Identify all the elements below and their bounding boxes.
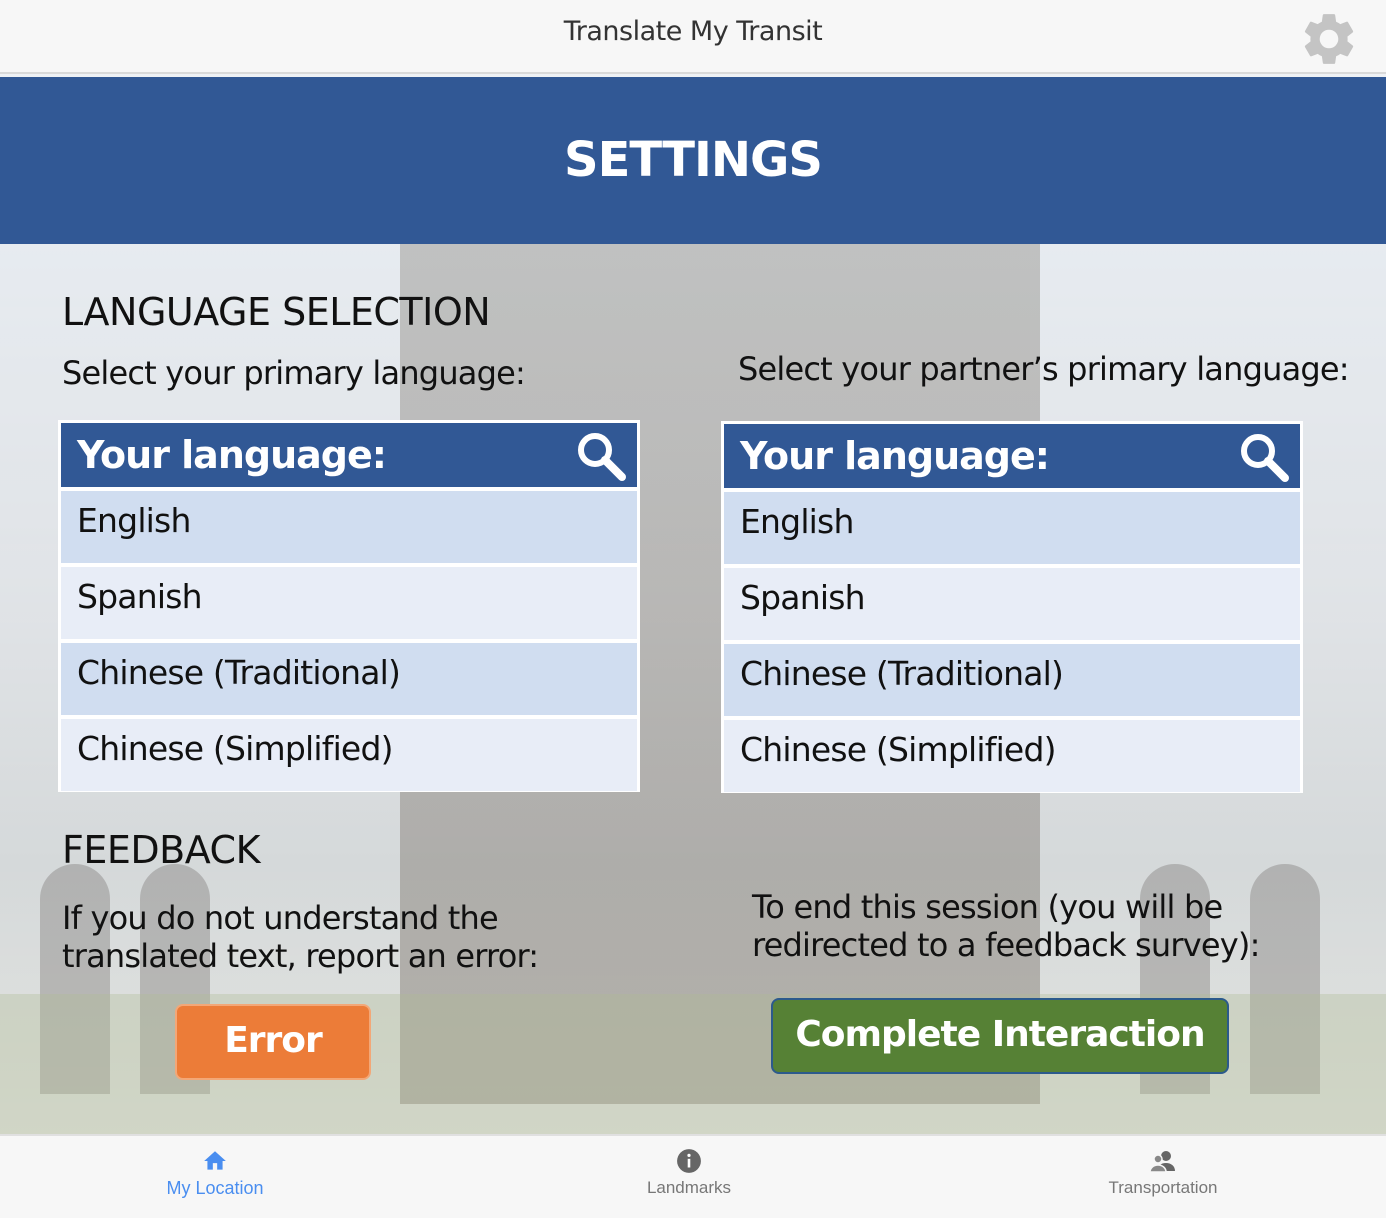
partner-language-search-bar[interactable]: Your language: (724, 424, 1300, 488)
language-option-chinese-simplified[interactable]: Chinese (Simplified) (724, 720, 1300, 792)
error-prompt: If you do not understand the translated … (62, 899, 539, 975)
tab-landmarks[interactable]: Landmarks (579, 1136, 799, 1218)
home-icon (204, 1151, 226, 1170)
complete-interaction-button[interactable]: Complete Interaction (771, 998, 1229, 1074)
primary-language-search-bar[interactable]: Your language: (61, 423, 637, 487)
tab-label: Transportation (1108, 1178, 1218, 1197)
app-title: Translate My Transit (563, 16, 823, 47)
gear-icon[interactable] (1298, 8, 1360, 70)
error-prompt-line: If you do not understand the (62, 899, 499, 937)
people-icon (1149, 1151, 1175, 1173)
search-icon[interactable] (1238, 431, 1290, 483)
language-option-spanish[interactable]: Spanish (61, 567, 637, 639)
language-option-chinese-simplified[interactable]: Chinese (Simplified) (61, 719, 637, 791)
language-option-chinese-traditional[interactable]: Chinese (Traditional) (724, 644, 1300, 716)
settings-header: SETTINGS (0, 77, 1386, 244)
info-icon (677, 1149, 701, 1173)
tab-label: My Location (166, 1178, 264, 1198)
tab-my-location[interactable]: My Location (105, 1136, 325, 1218)
language-header-label: Your language: (77, 433, 387, 477)
bottom-tab-bar: My Location Landmarks Transportation (0, 1134, 1386, 1218)
language-option-english[interactable]: English (724, 492, 1300, 564)
primary-language-list: Your language: English Spanish Chinese (… (58, 420, 640, 792)
language-option-english[interactable]: English (61, 491, 637, 563)
end-session-prompt-line: redirected to a feedback survey): (752, 926, 1260, 964)
primary-language-prompt: Select your primary language: (62, 354, 526, 392)
feedback-section-heading: FEEDBACK (62, 828, 261, 872)
error-button[interactable]: Error (175, 1004, 371, 1080)
end-session-prompt: To end this session (you will be redirec… (752, 888, 1260, 964)
language-option-chinese-traditional[interactable]: Chinese (Traditional) (61, 643, 637, 715)
error-prompt-line: translated text, report an error: (62, 937, 539, 975)
language-option-spanish[interactable]: Spanish (724, 568, 1300, 640)
top-app-bar: Translate My Transit (0, 0, 1386, 74)
search-icon[interactable] (575, 430, 627, 482)
tab-transportation[interactable]: Transportation (1053, 1136, 1273, 1218)
language-section-heading: LANGUAGE SELECTION (62, 290, 491, 334)
page-title: SETTINGS (564, 132, 823, 188)
end-session-prompt-line: To end this session (you will be (752, 888, 1223, 926)
tab-label: Landmarks (646, 1178, 732, 1197)
partner-language-prompt: Select your partner’s primary language: (738, 350, 1350, 388)
language-header-label: Your language: (740, 434, 1050, 478)
partner-language-list: Your language: English Spanish Chinese (… (721, 421, 1303, 793)
